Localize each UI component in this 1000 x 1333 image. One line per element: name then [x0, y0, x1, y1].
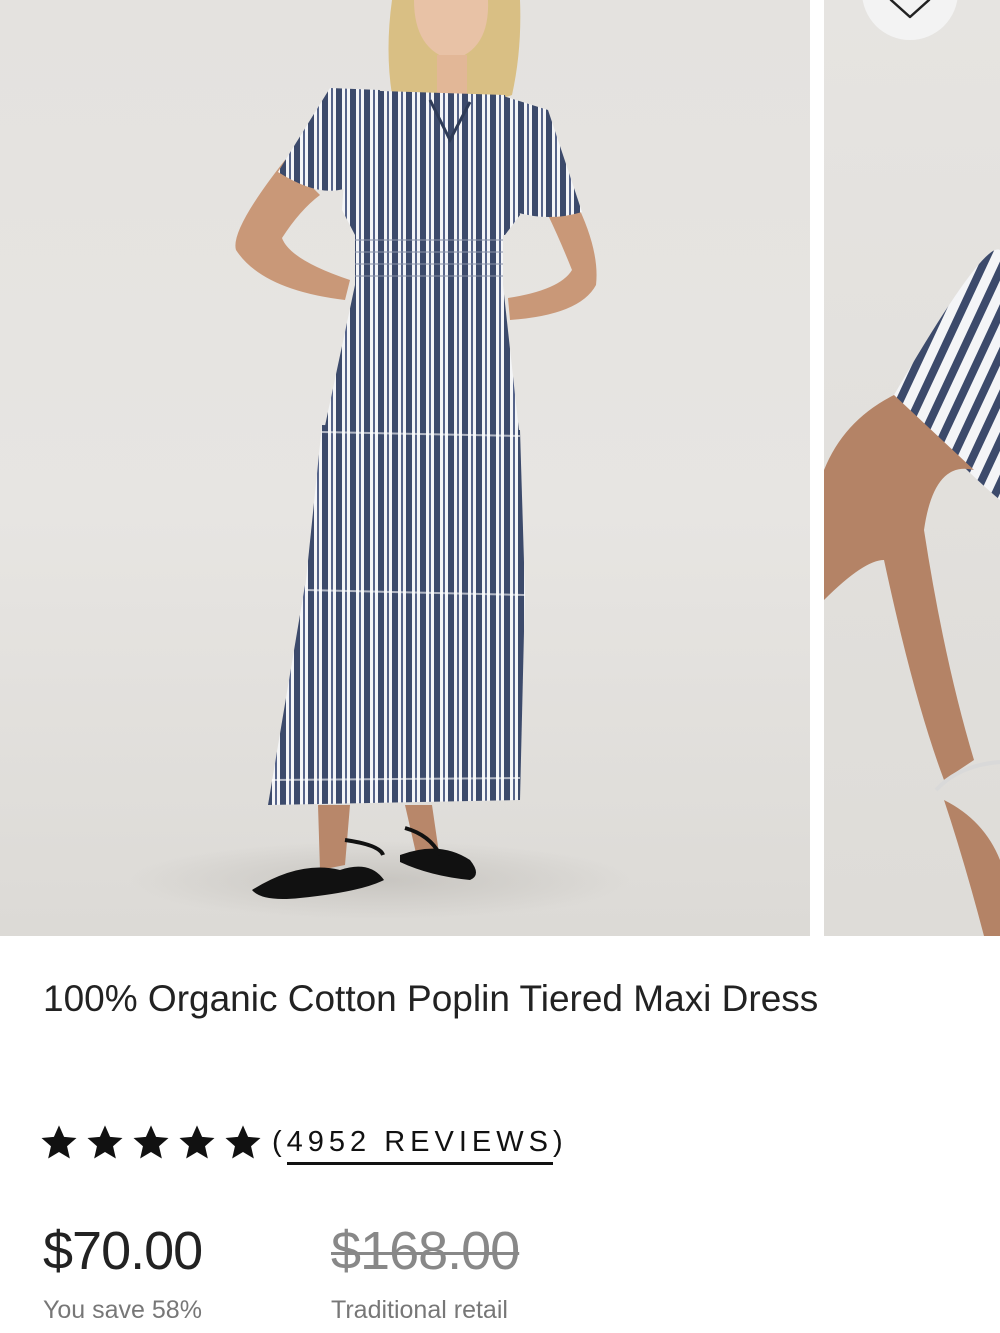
star-icon	[179, 1125, 215, 1159]
retail-price: $168.00	[331, 1221, 520, 1281]
star-icon	[133, 1125, 169, 1159]
dress-detail-image	[824, 249, 1000, 936]
star-icon	[41, 1125, 77, 1159]
heart-icon	[889, 0, 931, 19]
reviews-link[interactable]: (4952 REVIEWS)	[272, 1125, 568, 1165]
model-in-dress-image	[130, 0, 630, 920]
product-photo-next[interactable]	[824, 0, 1000, 936]
product-image-gallery[interactable]	[0, 0, 1000, 936]
star-rating	[38, 1121, 264, 1163]
reviews-count[interactable]: 4952 REVIEWS	[286, 1125, 553, 1165]
savings-label: You save 58%	[43, 1296, 202, 1324]
product-title: 100% Organic Cotton Poplin Tiered Maxi D…	[43, 978, 819, 1019]
reviews-open-paren: (	[272, 1125, 287, 1158]
star-icon	[87, 1125, 123, 1159]
product-photo-main[interactable]	[0, 0, 810, 936]
retail-label: Traditional retail	[331, 1296, 508, 1324]
reviews-close-paren: )	[553, 1125, 568, 1158]
star-icon	[225, 1125, 261, 1159]
rating-row: (4952 REVIEWS)	[38, 1118, 568, 1166]
sale-price: $70.00	[43, 1221, 203, 1281]
